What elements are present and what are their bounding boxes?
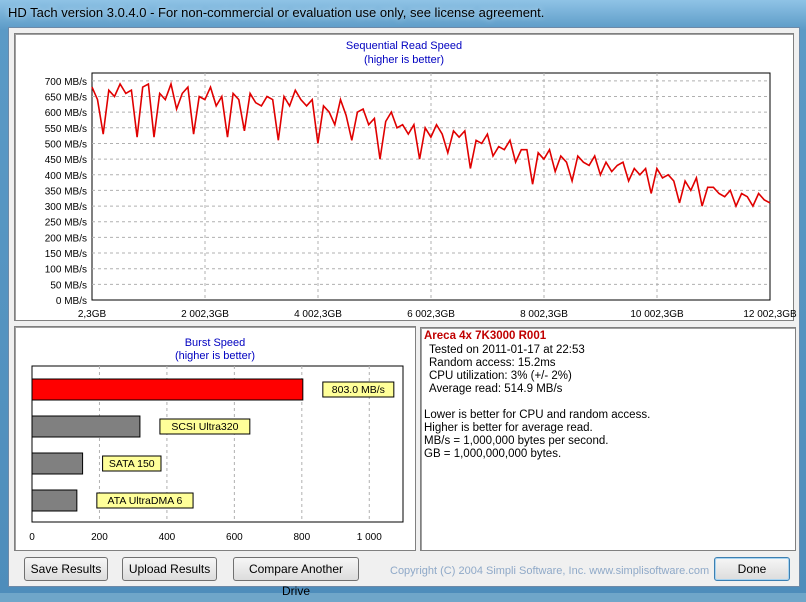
read-chart-title: Sequential Read Speed (345, 40, 463, 52)
burst-chart-title: Burst Speed (184, 337, 246, 349)
note-higher-better: Higher is better for average read. (424, 422, 593, 434)
note-lower-better: Lower is better for CPU and random acces… (424, 409, 651, 421)
sequential-read-panel: Sequential Read Speed (higher is better) (14, 33, 794, 321)
results-info-panel: Areca 4x 7K3000 R001 Tested on 2011-01-1… (420, 327, 796, 551)
upload-results-button[interactable]: Upload Results (122, 557, 217, 581)
average-read-text: Average read: 514.9 MB/s (429, 383, 563, 395)
read-chart-subtitle: (higher is better) (363, 54, 445, 66)
cpu-utilization-text: CPU utilization: 3% (+/- 2%) (429, 370, 572, 382)
note-gb-definition: GB = 1,000,000,000 bytes. (424, 448, 562, 460)
random-access-text: Random access: 15.2ms (429, 357, 556, 369)
compare-another-drive-button[interactable]: Compare Another Drive (233, 557, 359, 598)
done-button[interactable]: Done (714, 557, 790, 581)
burst-speed-panel: Burst Speed (higher is better) (14, 326, 416, 551)
burst-chart-subtitle: (higher is better) (174, 350, 256, 362)
app-window: HD Tach version 3.0.4.0 - For non-commer… (0, 0, 806, 598)
title-bar[interactable]: HD Tach version 3.0.4.0 - For non-commer… (0, 0, 806, 26)
window-title: HD Tach version 3.0.4.0 - For non-commer… (8, 5, 545, 20)
tested-on-text: Tested on 2011-01-17 at 22:53 (429, 344, 585, 356)
drive-name: Areca 4x 7K3000 R001 (424, 330, 547, 342)
copyright-text: Copyright (C) 2004 Simpli Software, Inc.… (390, 565, 710, 577)
save-results-button[interactable]: Save Results (24, 557, 108, 581)
note-mbs-definition: MB/s = 1,000,000 bytes per second. (424, 435, 609, 447)
